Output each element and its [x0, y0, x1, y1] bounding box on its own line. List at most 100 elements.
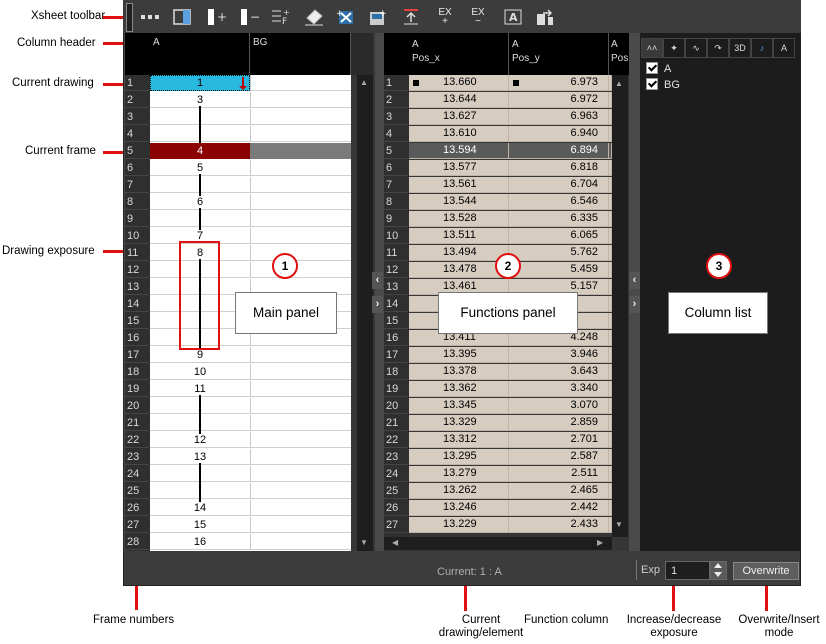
function-cell-pos-x[interactable]: 13.395 — [409, 347, 509, 363]
show-thumbnails-icon[interactable] — [139, 6, 161, 28]
function-cell-pos-x[interactable]: 13.594 — [409, 143, 509, 159]
function-cell-pos-x[interactable]: 13.511 — [409, 228, 509, 244]
frame-number[interactable]: 15 — [125, 313, 149, 329]
main-vertical-scrollbar[interactable] — [357, 75, 373, 551]
function-frame-number[interactable]: 8 — [384, 194, 408, 210]
function-cell-pos-y[interactable]: 5.762 — [509, 245, 609, 261]
functions-collapse-left-button[interactable]: ‹ — [629, 272, 640, 289]
function-frame-number[interactable]: 4 — [384, 126, 408, 142]
cell-bg[interactable] — [250, 381, 351, 397]
frame-number[interactable]: 13 — [125, 279, 149, 295]
stepper-down-icon[interactable] — [714, 572, 722, 577]
cell-bg[interactable] — [250, 126, 351, 142]
frame-number[interactable]: 28 — [125, 534, 149, 550]
function-cell-pos-y[interactable]: 6.940 — [509, 126, 609, 142]
function-cell-pos-y[interactable]: 2.511 — [509, 466, 609, 482]
function-cell-pos-y[interactable]: 6.546 — [509, 194, 609, 210]
function-frame-number[interactable]: 22 — [384, 432, 408, 448]
function-frame-number[interactable]: 7 — [384, 177, 408, 193]
frame-number[interactable]: 17 — [125, 347, 149, 363]
function-cell-pos-x[interactable]: 13.478 — [409, 262, 509, 278]
scene-settings-icon[interactable]: + — [367, 6, 389, 28]
cell-bg[interactable] — [250, 109, 351, 125]
frame-number[interactable]: 12 — [125, 262, 149, 278]
cell-bg[interactable] — [250, 432, 351, 448]
function-cell-pos-y[interactable]: 6.818 — [509, 160, 609, 176]
deformer-tab-icon[interactable]: ↷ — [707, 38, 729, 58]
color-tab-icon[interactable]: ✦ — [663, 38, 685, 58]
function-cell-pos-y[interactable]: 3.070 — [509, 398, 609, 414]
function-cell-pos-y[interactable]: 6.894 — [509, 143, 609, 159]
function-frame-number[interactable]: 9 — [384, 211, 408, 227]
function-cell-pos-x[interactable]: 13.577 — [409, 160, 509, 176]
cell-bg[interactable] — [250, 500, 351, 516]
function-frame-number[interactable]: 2 — [384, 92, 408, 108]
frame-number[interactable]: 22 — [125, 432, 149, 448]
sequence-tab-icon[interactable]: ˄˄ — [641, 38, 663, 58]
function-cell-pos-x[interactable]: 13.246 — [409, 500, 509, 516]
function-cell-pos-y[interactable]: 5.459 — [509, 262, 609, 278]
exposure-stepper[interactable] — [710, 561, 727, 580]
stepper-up-icon[interactable] — [714, 563, 722, 568]
function-column-header-pos-x[interactable]: A Pos_x — [409, 33, 509, 75]
function-frame-number[interactable]: 21 — [384, 415, 408, 431]
cell-bg[interactable] — [250, 415, 351, 431]
function-cell-pos-y[interactable]: 3.946 — [509, 347, 609, 363]
frame-number[interactable]: 20 — [125, 398, 149, 414]
cell-bg[interactable] — [250, 92, 351, 108]
cell-bg[interactable] — [250, 347, 351, 363]
scroll-down-icon[interactable]: ▼ — [360, 538, 370, 550]
frame-number[interactable]: 1 — [125, 75, 149, 91]
function-cell-pos-y[interactable]: 6.963 — [509, 109, 609, 125]
frame-number[interactable]: 9 — [125, 211, 149, 227]
function-frame-number[interactable]: 3 — [384, 109, 408, 125]
function-cell-pos-y[interactable]: 6.973 — [509, 75, 609, 91]
function-frame-number[interactable]: 16 — [384, 330, 408, 346]
extend-exposure-icon[interactable] — [400, 6, 422, 28]
overwrite-mode-button[interactable]: Overwrite — [733, 562, 799, 580]
function-frame-number[interactable]: 6 — [384, 160, 408, 176]
cell-bg[interactable] — [250, 211, 351, 227]
function-frame-number[interactable]: 12 — [384, 262, 408, 278]
function-frame-number[interactable]: 19 — [384, 381, 408, 397]
function-column-header-pos-y[interactable]: A Pos_y — [509, 33, 609, 75]
annotation-tab-icon[interactable]: A — [773, 38, 795, 58]
collapse-left-button[interactable]: ‹ — [372, 272, 383, 289]
function-cell-pos-x[interactable]: 13.610 — [409, 126, 509, 142]
h-scroll-left-icon[interactable]: ◀ — [392, 538, 402, 549]
function-cell-pos-x[interactable]: 13.561 — [409, 177, 509, 193]
function-cell-pos-y[interactable]: 2.433 — [509, 517, 609, 533]
function-frame-number[interactable]: 27 — [384, 517, 408, 533]
transfer-icon[interactable] — [534, 6, 556, 28]
cell-bg[interactable] — [250, 534, 351, 550]
functions-expand-right-button[interactable]: › — [629, 296, 640, 313]
cell-bg[interactable] — [250, 466, 351, 482]
clean-up-eraser-icon[interactable] — [303, 6, 325, 28]
column-list-item-a[interactable]: A — [646, 61, 671, 77]
functions-horizontal-scrollbar[interactable] — [384, 537, 612, 550]
function-cell-pos-x[interactable]: 13.295 — [409, 449, 509, 465]
cell-bg[interactable] — [250, 177, 351, 193]
column-header-a[interactable]: A — [150, 33, 250, 75]
frame-number[interactable]: 26 — [125, 500, 149, 516]
toolbar-grip-handle[interactable] — [126, 3, 133, 32]
function-cell-pos-x[interactable]: 13.660 — [409, 75, 509, 91]
function-frame-number[interactable]: 15 — [384, 313, 408, 329]
function-cell-pos-x[interactable]: 13.627 — [409, 109, 509, 125]
functions-vertical-scrollbar[interactable] — [612, 75, 628, 537]
checkbox-icon[interactable] — [646, 62, 658, 75]
text-tool-icon[interactable]: A — [502, 6, 524, 28]
function-cell-pos-x[interactable]: 13.528 — [409, 211, 509, 227]
cell-bg[interactable] — [250, 245, 351, 261]
frame-number[interactable]: 4 — [125, 126, 149, 142]
cell-bg[interactable] — [250, 517, 351, 533]
function-frame-number[interactable]: 14 — [384, 296, 408, 312]
function-frame-number[interactable]: 18 — [384, 364, 408, 380]
function-frame-number[interactable]: 20 — [384, 398, 408, 414]
function-cell-pos-x[interactable]: 13.229 — [409, 517, 509, 533]
frame-number[interactable]: 25 — [125, 483, 149, 499]
column-list-item-bg[interactable]: BG — [646, 77, 680, 93]
cell-bg[interactable] — [250, 364, 351, 380]
expand-right-button[interactable]: › — [372, 296, 383, 313]
function-cell-pos-y[interactable]: 3.340 — [509, 381, 609, 397]
